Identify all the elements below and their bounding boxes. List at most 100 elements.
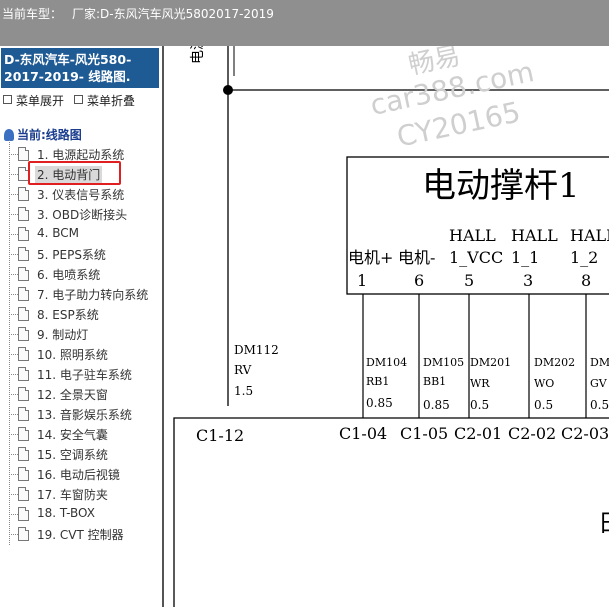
pin-1-number: 1: [357, 271, 367, 290]
wire-3-gauge: 0.85: [423, 398, 450, 412]
sidebar-item-label: 19. CVT 控制器: [37, 528, 124, 542]
sidebar-item-label: 5. PEPS系统: [37, 248, 106, 262]
sidebar-item-label: 15. 空调系统: [37, 448, 108, 462]
document-icon: [18, 187, 29, 201]
current-vehicle-label: 当前车型：: [2, 7, 63, 21]
tree-connector: [9, 234, 18, 235]
document-icon: [18, 367, 29, 381]
sidebar-item-label: 12. 全景天窗: [37, 388, 108, 402]
title-bar: 当前车型： 厂家:D-东风汽车风光5802017-2019: [0, 0, 609, 46]
document-icon: [18, 207, 29, 221]
tree-connector: [9, 374, 18, 375]
pin-4-bottom: 1_1: [511, 248, 539, 267]
sidebar-item[interactable]: 10. 照明系统: [0, 344, 160, 364]
document-icon: [18, 227, 29, 241]
sidebar-item[interactable]: 4. BCM: [0, 224, 160, 244]
sidebar-item[interactable]: 8. ESP系统: [0, 304, 160, 324]
selected-highlight-box: [28, 161, 121, 185]
connector-c1-04: C1-04: [339, 424, 387, 443]
collapse-menu-button[interactable]: 菜单折叠: [74, 92, 135, 109]
module-label-fragment: 日: [598, 509, 609, 537]
sidebar-item-label: 10. 照明系统: [37, 348, 108, 362]
tree-connector: [9, 294, 18, 295]
connector-c1-05: C1-05: [400, 424, 448, 443]
sidebar-item-label: 8. ESP系统: [37, 308, 99, 322]
wire-6-code: DM2: [590, 356, 609, 369]
sidebar-item-label: 16. 电动后视镜: [37, 468, 120, 482]
sidebar-item[interactable]: 9. 制动灯: [0, 324, 160, 344]
pin-5-number: 8: [581, 271, 591, 290]
pin-2-number: 6: [414, 271, 424, 290]
sidebar-item[interactable]: 18. T-BOX: [0, 504, 160, 524]
menu-controls: 菜单展开 菜单折叠: [3, 92, 145, 109]
current-vehicle-info: 当前车型： 厂家:D-东风汽车风光5802017-2019: [2, 5, 274, 22]
component-title: 电动撑杆1: [422, 166, 580, 206]
document-icon: [18, 267, 29, 281]
connector-c2-01: C2-01: [454, 424, 502, 443]
module-box: [173, 417, 609, 607]
sidebar-item[interactable]: 14. 安全气囊: [0, 424, 160, 444]
sidebar-item[interactable]: 3. 仪表信号系统: [0, 184, 160, 204]
wire-6-color: GV: [590, 377, 608, 390]
tree-connector: [9, 414, 18, 415]
wire-3-color: BB1: [423, 375, 446, 388]
sidebar-item[interactable]: 12. 全景天窗: [0, 384, 160, 404]
document-icon: [18, 427, 29, 441]
sidebar-item[interactable]: 16. 电动后视镜: [0, 464, 160, 484]
document-icon: [18, 487, 29, 501]
pin-3-top: HALL: [449, 226, 496, 245]
sidebar-item[interactable]: 15. 空调系统: [0, 444, 160, 464]
connector-c2-03: C2-03: [561, 424, 609, 443]
pin-4-number: 3: [523, 271, 533, 290]
sidebar-item-label: 3. OBD诊断接头: [37, 208, 128, 222]
sidebar-item-label: 3. 仪表信号系统: [37, 188, 125, 202]
tree-connector: [9, 194, 18, 195]
wire-2-color: RB1: [366, 375, 389, 388]
document-icon: [18, 507, 29, 521]
tree-connector: [9, 534, 18, 535]
tree-connector: [9, 274, 18, 275]
expand-label: 菜单展开: [16, 94, 65, 108]
document-icon: [18, 307, 29, 321]
sidebar-item[interactable]: 3. OBD诊断接头: [0, 204, 160, 224]
sidebar-item[interactable]: 19. CVT 控制器: [0, 524, 160, 544]
expand-icon: [3, 95, 12, 104]
pin-5-bottom: 1_2: [570, 248, 598, 267]
tree-connector: [9, 454, 18, 455]
tree-connector: [9, 174, 18, 175]
tree-connector: [9, 314, 18, 315]
sidebar-item[interactable]: 17. 车窗防夹: [0, 484, 160, 504]
document-icon: [18, 527, 29, 541]
sidebar-item-label: 17. 车窗防夹: [37, 488, 108, 502]
sidebar-item-label: 13. 音影娱乐系统: [37, 408, 132, 422]
connector-c1-12: C1-12: [196, 426, 244, 445]
sidebar-item-label: 14. 安全气囊: [37, 428, 108, 442]
document-icon: [18, 407, 29, 421]
wire-4-gauge: 0.5: [470, 398, 489, 412]
wire-5-code: DM202: [534, 356, 575, 369]
sidebar-item[interactable]: 13. 音影娱乐系统: [0, 404, 160, 424]
sidebar-item-label: 11. 电子驻车系统: [37, 368, 132, 382]
current-vehicle-value: 厂家:D-东风汽车风光5802017-2019: [72, 7, 274, 21]
sidebar-item-label: 6. 电喷系统: [37, 268, 101, 282]
wire-5-gauge: 0.5: [534, 398, 553, 412]
tree-connector: [9, 394, 18, 395]
sidebar-item[interactable]: 5. PEPS系统: [0, 244, 160, 264]
tree-connector: [9, 474, 18, 475]
tree-connector: [9, 254, 18, 255]
expand-menu-button[interactable]: 菜单展开: [3, 92, 64, 109]
sidebar-item[interactable]: 7. 电子助力转向系统: [0, 284, 160, 304]
document-icon: [18, 467, 29, 481]
tree-connector: [9, 334, 18, 335]
wiring-diagram[interactable]: 电源 电动撑杆1 电机+ 1 电机- 6 HALL 1_VCC 5 HALL 1…: [164, 46, 609, 607]
tree-root[interactable]: 当前:线路图: [4, 126, 82, 143]
document-icon: [18, 287, 29, 301]
sidebar-item-label: 18. T-BOX: [37, 506, 95, 520]
pin-4-top: HALL: [511, 226, 558, 245]
tree-connector: [9, 494, 18, 495]
collapse-icon: [74, 95, 84, 104]
connector-c2-02: C2-02: [508, 424, 556, 443]
sidebar-item[interactable]: 11. 电子驻车系统: [0, 364, 160, 384]
document-icon: [18, 247, 29, 261]
sidebar-item[interactable]: 6. 电喷系统: [0, 264, 160, 284]
